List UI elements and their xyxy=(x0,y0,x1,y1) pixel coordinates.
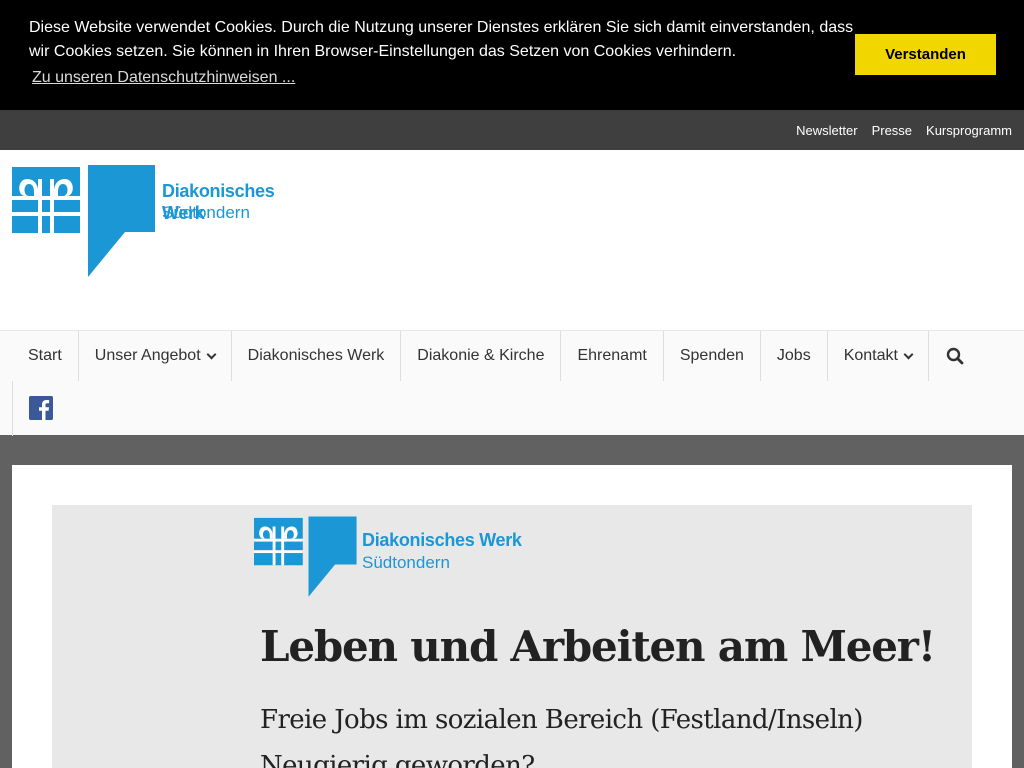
top-link-kursprogramm[interactable]: Kursprogramm xyxy=(926,123,1012,138)
nav-item-kontakt[interactable]: Kontakt xyxy=(828,331,929,381)
nav-social-row xyxy=(12,381,1024,436)
hero-question: Neugierig geworden? xyxy=(260,751,535,768)
facebook-link[interactable] xyxy=(29,396,53,420)
diakonie-logo-icon xyxy=(254,516,357,597)
nav-label: Diakonisches Werk xyxy=(247,347,385,364)
hero-brand-sub: Südtondern xyxy=(362,553,450,572)
nav-item-diakonisches-werk[interactable]: Diakonisches Werk xyxy=(232,331,402,381)
nav-item-spenden[interactable]: Spenden xyxy=(664,331,761,381)
accept-cookies-button[interactable]: Verstanden xyxy=(855,34,996,75)
main-content: Diakonisches Werk Südtondern Leben und A… xyxy=(12,465,1012,768)
top-bar: Newsletter Presse Kursprogramm xyxy=(0,110,1024,150)
cookie-message: Diese Website verwendet Cookies. Durch d… xyxy=(29,19,854,60)
nav-item-start[interactable]: Start xyxy=(12,331,79,381)
hero-brand-name: Diakonisches Werk xyxy=(362,530,522,550)
top-link-newsletter[interactable]: Newsletter xyxy=(796,123,857,138)
search-icon xyxy=(946,347,964,365)
site-header: Diakonisches Werk Südtondern xyxy=(0,150,1024,330)
hero-banner: Diakonisches Werk Südtondern Leben und A… xyxy=(52,505,972,768)
nav-item-jobs[interactable]: Jobs xyxy=(761,331,828,381)
site-logo[interactable]: Diakonisches Werk Südtondern xyxy=(12,165,312,278)
nav-item-diakonie-kirche[interactable]: Diakonie & Kirche xyxy=(401,331,562,381)
cookie-banner: Diese Website verwendet Cookies. Durch d… xyxy=(0,0,1024,110)
nav-label: Jobs xyxy=(776,347,811,364)
nav-label: Kontakt xyxy=(843,347,898,364)
search-button[interactable] xyxy=(929,331,981,381)
hero-logo: Diakonisches Werk Südtondern xyxy=(254,516,554,601)
hero-title: Leben und Arbeiten am Meer! xyxy=(260,622,936,671)
top-links: Newsletter Presse Kursprogramm xyxy=(796,110,1012,150)
hero-subtitle: Freie Jobs im sozialen Bereich (Festland… xyxy=(260,705,863,735)
chevron-down-icon xyxy=(206,349,217,359)
brand-sub: Südtondern xyxy=(162,203,250,222)
chevron-down-icon xyxy=(903,349,914,359)
privacy-link[interactable]: Zu unseren Datenschutzhinweisen ... xyxy=(32,67,295,89)
facebook-icon xyxy=(29,396,53,420)
nav-label: Diakonie & Kirche xyxy=(417,347,545,364)
main-nav: Start Unser Angebot Diakonisches Werk Di… xyxy=(0,330,1024,436)
nav-item-ehrenamt[interactable]: Ehrenamt xyxy=(561,331,664,381)
diakonie-logo-icon xyxy=(12,165,155,277)
top-link-presse[interactable]: Presse xyxy=(872,123,912,138)
nav-label: Ehrenamt xyxy=(577,347,647,364)
nav-label: Start xyxy=(28,347,62,364)
nav-label: Unser Angebot xyxy=(94,347,201,364)
nav-label: Spenden xyxy=(679,347,744,364)
nav-row: Start Unser Angebot Diakonisches Werk Di… xyxy=(12,331,981,381)
nav-item-unser-angebot[interactable]: Unser Angebot xyxy=(79,331,232,381)
